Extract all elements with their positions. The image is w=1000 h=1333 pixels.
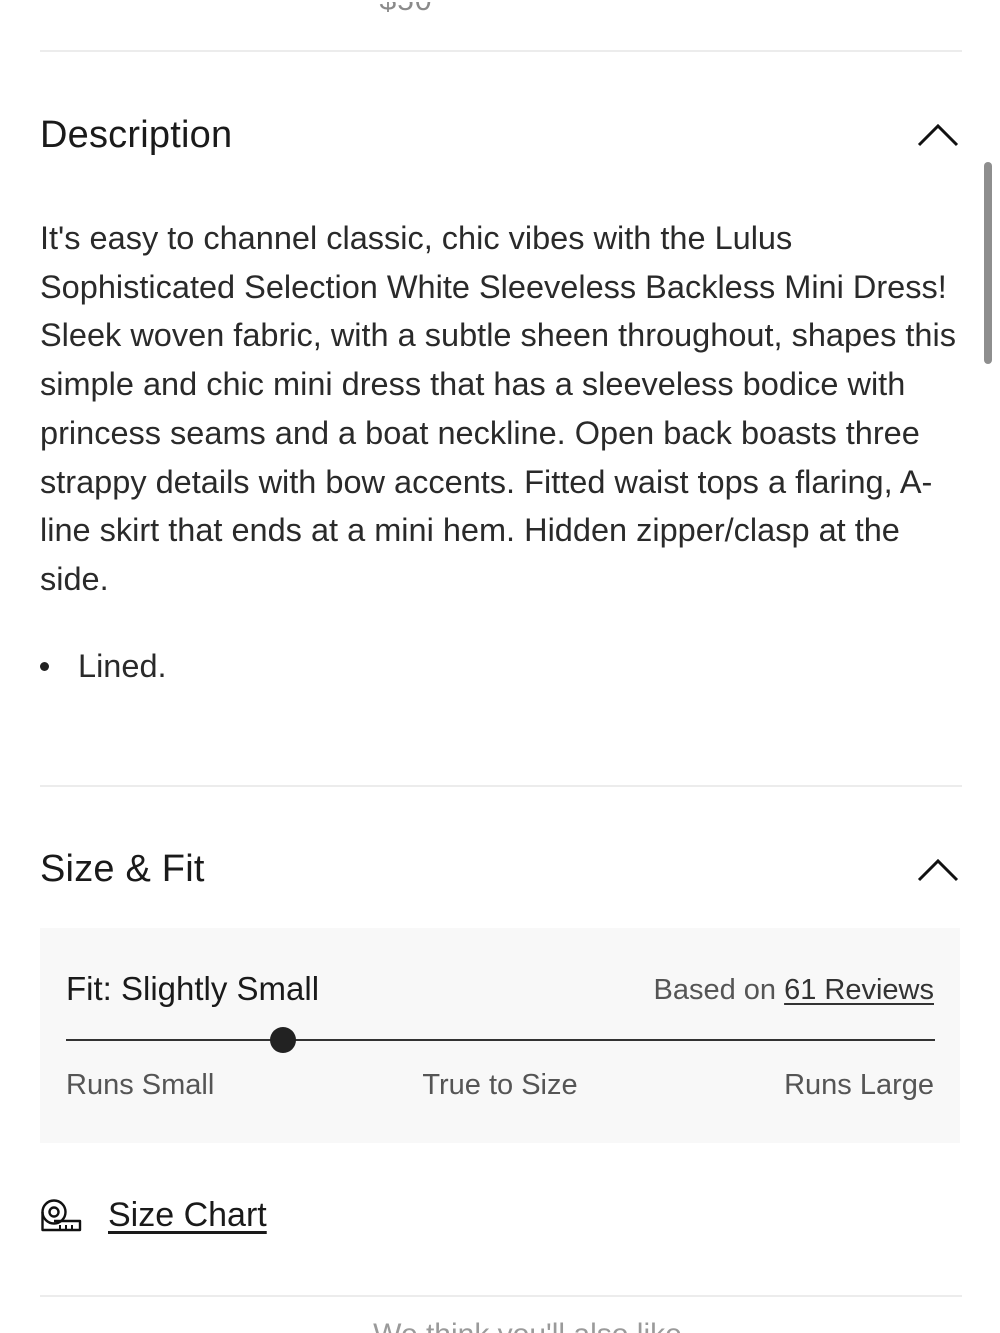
measuring-tape-icon xyxy=(41,1198,82,1231)
description-body: It's easy to channel classic, chic vibes… xyxy=(40,220,956,597)
size-chart-label: Size Chart xyxy=(108,1196,267,1234)
section-divider xyxy=(40,1295,962,1297)
description-title[interactable]: Description xyxy=(40,114,232,157)
fit-scale-track xyxy=(66,1039,935,1041)
description-bullets: Lined. xyxy=(40,642,167,690)
reviews-link[interactable]: 61 Reviews xyxy=(784,974,934,1006)
scrollbar[interactable] xyxy=(984,162,992,364)
bullet-item-text: Lined. xyxy=(78,648,167,684)
bullet-item: Lined. xyxy=(40,642,167,690)
chevron-up-icon[interactable] xyxy=(916,853,960,883)
chevron-up-icon[interactable] xyxy=(916,118,960,148)
size-fit-title[interactable]: Size & Fit xyxy=(40,848,205,891)
fit-scale-runs-large: Runs Large xyxy=(784,1069,934,1101)
fit-indicator xyxy=(270,1027,297,1053)
section-divider xyxy=(40,785,962,787)
fit-panel: Fit: Slightly Small Based on 61 Reviews … xyxy=(40,928,960,1143)
next-section-peek: We think you'll also like... xyxy=(0,1318,1000,1333)
fit-label: Fit: Slightly Small xyxy=(66,970,320,1007)
section-divider xyxy=(40,50,962,52)
based-on-text: Based on xyxy=(653,974,777,1006)
size-chart-link[interactable]: Size Chart xyxy=(40,1196,267,1235)
fit-reviews: Based on 61 Reviews xyxy=(653,974,934,1007)
price-peek: $50 xyxy=(0,2,812,28)
bullet-dot xyxy=(40,661,49,671)
